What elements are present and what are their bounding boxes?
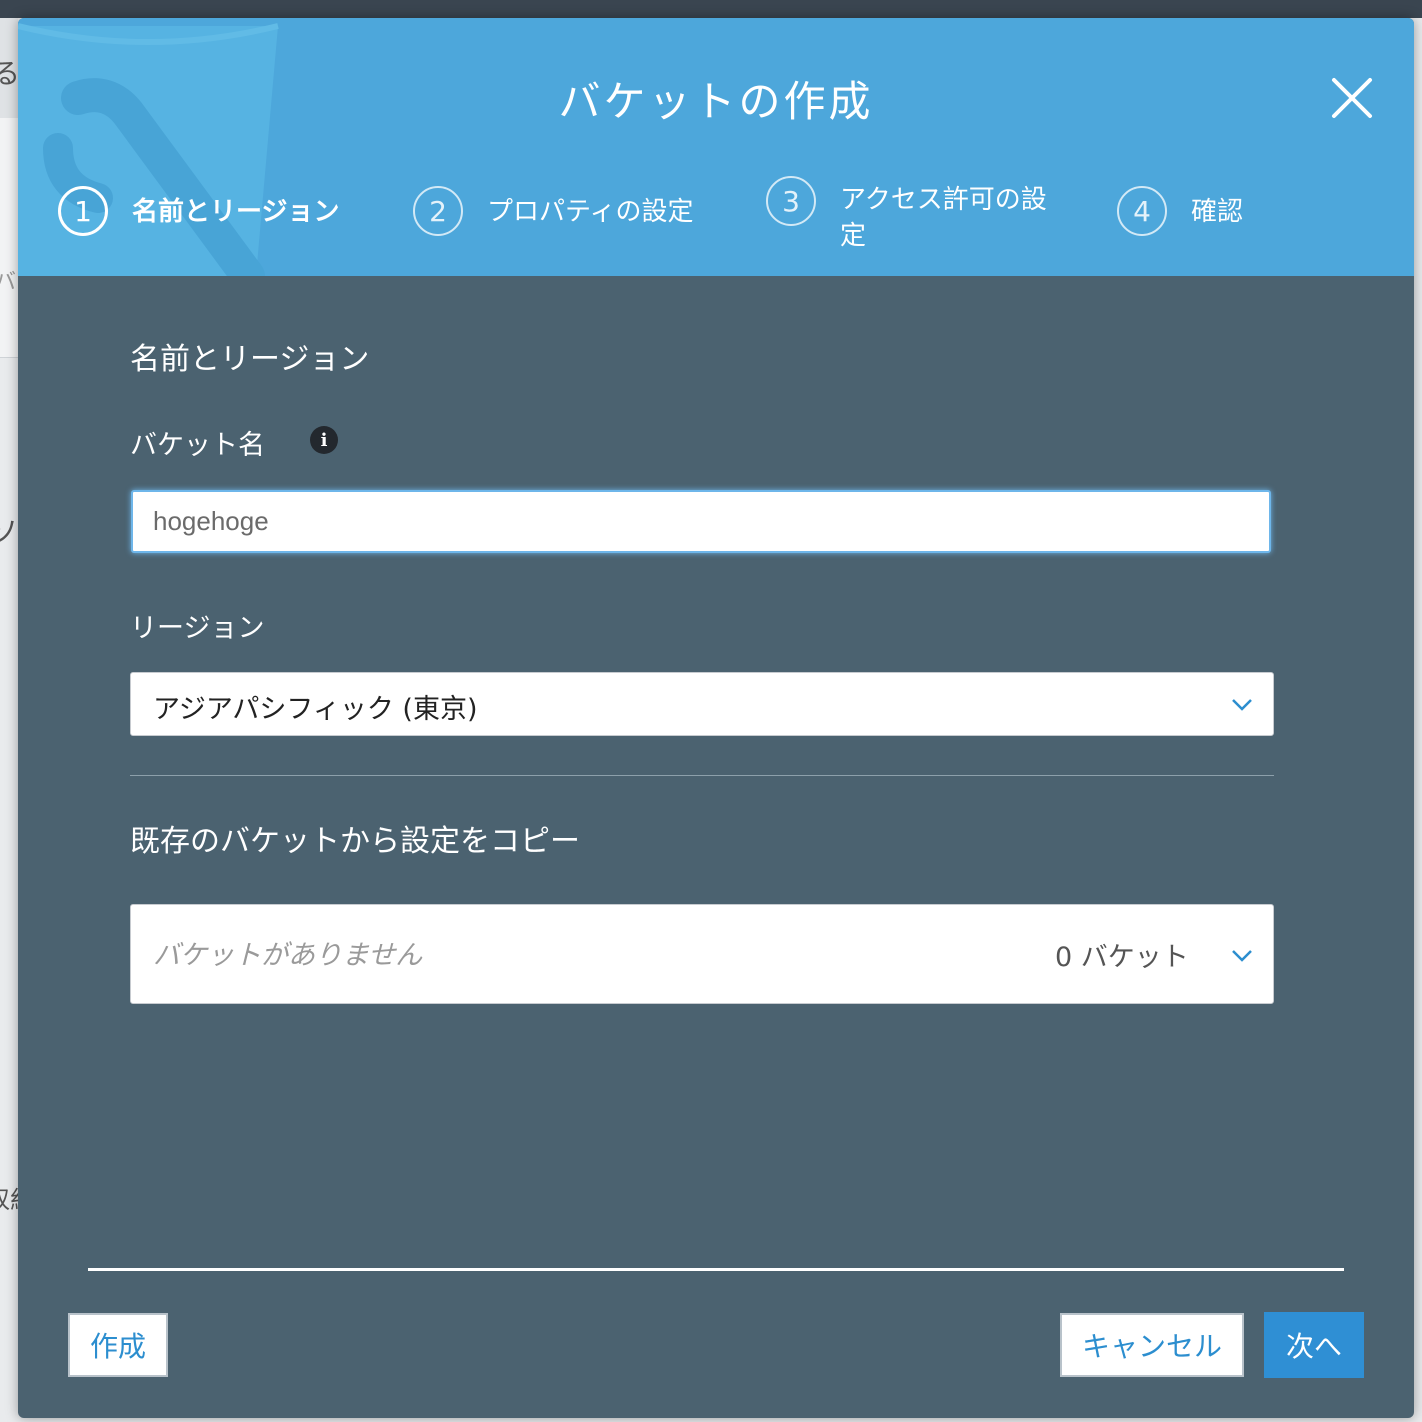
region-label: リージョン bbox=[130, 613, 265, 644]
step-number: 2 bbox=[413, 186, 463, 236]
footer-divider bbox=[88, 1268, 1344, 1271]
step-name-region[interactable]: 1 名前とリージョン bbox=[58, 186, 339, 236]
chevron-down-icon bbox=[1232, 950, 1252, 962]
step-label: 名前とリージョン bbox=[132, 197, 340, 227]
step-properties[interactable]: 2 プロパティの設定 bbox=[413, 186, 693, 236]
cancel-button[interactable]: キャンセル bbox=[1060, 1313, 1244, 1377]
background-topbar bbox=[0, 0, 1422, 18]
section-title: 名前とリージョン bbox=[130, 342, 370, 377]
create-bucket-modal: バケットの作成 1 名前とリージョン 2 プロパティの設定 3 アクセス許可の設… bbox=[18, 18, 1414, 1418]
next-button[interactable]: 次へ bbox=[1264, 1312, 1364, 1378]
section-divider bbox=[130, 775, 1274, 776]
region-select-value: アジアパシフィック (東京) bbox=[153, 694, 478, 725]
step-number: 3 bbox=[766, 176, 816, 226]
copy-section-title: 既存のバケットから設定をコピー bbox=[130, 824, 580, 859]
step-number: 4 bbox=[1117, 186, 1167, 236]
step-label: プロパティの設定 bbox=[487, 197, 694, 227]
background-glyph: る bbox=[0, 57, 21, 90]
chevron-down-icon bbox=[1232, 699, 1252, 711]
step-review[interactable]: 4 確認 bbox=[1117, 186, 1243, 236]
step-number: 1 bbox=[58, 186, 108, 236]
background-left-panel bbox=[0, 118, 18, 358]
background-glyph: バ bbox=[0, 270, 17, 295]
bucket-count: 0 バケット bbox=[1055, 942, 1189, 973]
region-select[interactable]: アジアパシフィック (東京) bbox=[130, 672, 1274, 736]
step-label: 確認 bbox=[1191, 197, 1244, 227]
step-permissions[interactable]: 3 アクセス許可の設 定 bbox=[766, 176, 1047, 254]
copy-bucket-select[interactable]: バケットがありません 0 バケット bbox=[130, 904, 1274, 1004]
bucket-name-input[interactable] bbox=[131, 490, 1271, 553]
background-glyph: ソ bbox=[0, 515, 19, 548]
close-icon[interactable] bbox=[1330, 76, 1374, 120]
modal-header: バケットの作成 1 名前とリージョン 2 プロパティの設定 3 アクセス許可の設… bbox=[18, 18, 1414, 276]
step-label-line: 定 bbox=[840, 221, 867, 251]
info-icon[interactable]: i bbox=[310, 426, 338, 454]
wizard-steps: 1 名前とリージョン 2 プロパティの設定 3 アクセス許可の設 定 4 確認 bbox=[18, 176, 1414, 276]
bucket-name-label: バケット名 bbox=[130, 430, 265, 461]
create-button[interactable]: 作成 bbox=[68, 1313, 168, 1377]
modal-title: バケットの作成 bbox=[558, 77, 874, 126]
step-label: アクセス許可の設 定 bbox=[840, 182, 1047, 254]
step-label-line: アクセス許可の設 bbox=[840, 185, 1047, 215]
copy-bucket-placeholder: バケットがありません bbox=[153, 940, 423, 971]
